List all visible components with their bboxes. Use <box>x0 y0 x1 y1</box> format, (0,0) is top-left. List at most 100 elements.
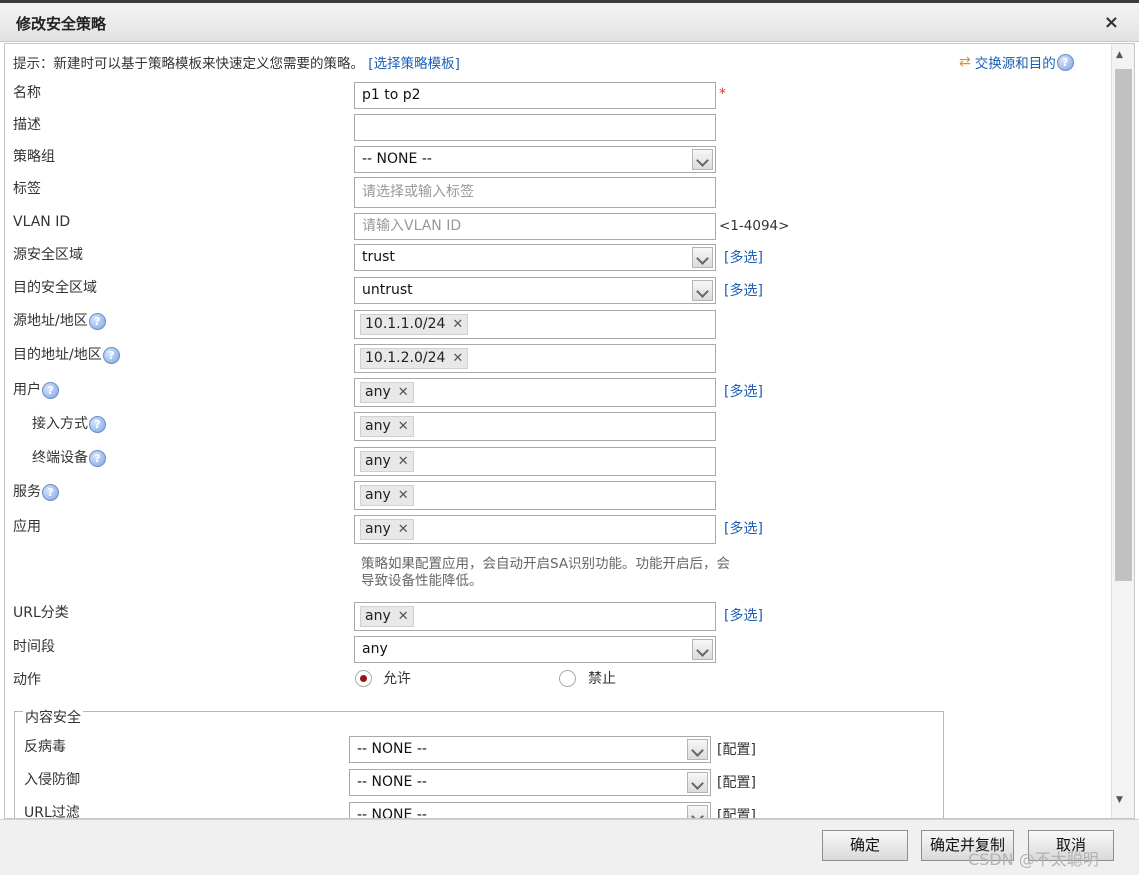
url-category-label: URL分类 <box>13 605 69 621</box>
scroll-up-icon[interactable]: ▲ <box>1116 50 1123 60</box>
help-icon[interactable]: ? <box>88 312 106 330</box>
help-icon[interactable]: ? <box>89 415 106 433</box>
url-filter-label: URL过滤 <box>24 805 80 819</box>
description-label: 描述 <box>13 117 41 133</box>
close-icon[interactable]: × <box>1104 12 1119 33</box>
user-label: 用户? <box>13 379 59 399</box>
scroll-down-icon[interactable]: ▼ <box>1116 795 1123 805</box>
access-label: 接入方式? <box>32 413 106 433</box>
url-filter-config-link[interactable]: [配置] <box>717 805 756 818</box>
application-note: 策略如果配置应用，会自动开启SA识别功能。功能开启后，会导致设备性能降低。 <box>361 556 731 589</box>
dst-addr-tag-text: 10.1.2.0/24 <box>365 350 446 366</box>
user-tag: any ✕ <box>360 382 414 403</box>
src-addr-label-text: 源地址/地区 <box>13 313 88 329</box>
remove-tag-icon[interactable]: ✕ <box>398 385 409 400</box>
hint-line: 提示：新建时可以基于策略模板来快速定义您需要的策略。 [选择策略模板] <box>13 52 460 72</box>
content-security-legend: 内容安全 <box>23 707 83 727</box>
dst-addr-box[interactable]: 10.1.2.0/24 ✕ <box>354 344 716 373</box>
dst-zone-value: untrust <box>362 282 413 298</box>
url-category-tag: any ✕ <box>360 606 414 627</box>
src-zone-label: 源安全区域 <box>13 247 83 263</box>
terminal-label-text: 终端设备 <box>32 450 88 466</box>
application-multi-link[interactable]: [多选] <box>724 518 763 538</box>
help-icon[interactable]: ? <box>42 483 59 501</box>
allow-radio[interactable] <box>355 670 372 687</box>
name-input[interactable]: p1 to p2 <box>354 82 716 109</box>
dst-zone-label: 目的安全区域 <box>13 280 97 296</box>
service-label: 服务? <box>13 481 59 501</box>
src-zone-select[interactable]: trust <box>354 244 716 271</box>
remove-tag-icon[interactable]: ✕ <box>452 317 463 332</box>
vlan-input[interactable]: 请输入VLAN ID <box>354 213 716 240</box>
antivirus-config-link[interactable]: [配置] <box>717 739 756 759</box>
schedule-select[interactable]: any <box>354 636 716 663</box>
scrollbar-thumb[interactable] <box>1115 69 1132 581</box>
chevron-down-icon[interactable] <box>687 805 708 818</box>
user-multi-link[interactable]: [多选] <box>724 381 763 401</box>
access-box[interactable]: any ✕ <box>354 412 716 441</box>
tag-input[interactable]: 请选择或输入标签 <box>354 177 716 208</box>
url-category-multi-link[interactable]: [多选] <box>724 605 763 625</box>
src-addr-label: 源地址/地区? <box>13 310 106 330</box>
src-addr-box[interactable]: 10.1.1.0/24 ✕ <box>354 310 716 339</box>
antivirus-select[interactable]: -- NONE -- <box>349 736 711 763</box>
chevron-down-icon[interactable] <box>687 739 708 760</box>
url-filter-select[interactable]: -- NONE -- <box>349 802 711 818</box>
swap-source-destination[interactable]: ⇄ 交换源和目的 ? <box>959 52 1074 72</box>
dialog-titlebar: 修改安全策略 × <box>0 3 1139 42</box>
vlan-range: <1-4094> <box>719 218 790 234</box>
ips-select[interactable]: -- NONE -- <box>349 769 711 796</box>
application-box[interactable]: any ✕ <box>354 515 716 544</box>
help-icon[interactable]: ? <box>1056 53 1074 71</box>
tag-label: 标签 <box>13 181 41 197</box>
policy-group-select[interactable]: -- NONE -- <box>354 146 716 173</box>
chevron-down-icon[interactable] <box>692 247 713 268</box>
deny-radio[interactable] <box>559 670 576 687</box>
user-box[interactable]: any ✕ <box>354 378 716 407</box>
terminal-label: 终端设备? <box>32 447 106 467</box>
action-label: 动作 <box>13 672 41 688</box>
access-tag-text: any <box>365 418 391 434</box>
policy-group-label: 策略组 <box>13 149 55 165</box>
watermark: CSDN @不太聪明 <box>968 850 1099 869</box>
dst-zone-multi-link[interactable]: [多选] <box>724 280 763 300</box>
service-tag: any ✕ <box>360 485 414 506</box>
application-label: 应用 <box>13 519 41 535</box>
schedule-value: any <box>362 641 388 657</box>
terminal-box[interactable]: any ✕ <box>354 447 716 476</box>
chevron-down-icon[interactable] <box>692 149 713 170</box>
ok-button[interactable]: 确定 <box>822 830 908 861</box>
dst-zone-select[interactable]: untrust <box>354 277 716 304</box>
dialog-footer: 确定 确定并复制 取消 CSDN @不太聪明 <box>0 819 1139 875</box>
remove-tag-icon[interactable]: ✕ <box>398 609 409 624</box>
src-addr-tag: 10.1.1.0/24 ✕ <box>360 314 469 335</box>
dst-addr-label: 目的地址/地区? <box>13 344 120 364</box>
description-input[interactable] <box>354 114 716 141</box>
url-category-box[interactable]: any ✕ <box>354 602 716 631</box>
url-category-tag-text: any <box>365 608 391 624</box>
help-icon[interactable]: ? <box>42 381 59 399</box>
remove-tag-icon[interactable]: ✕ <box>398 522 409 537</box>
service-box[interactable]: any ✕ <box>354 481 716 510</box>
choose-template-link[interactable]: [选择策略模板] <box>368 56 460 72</box>
service-label-text: 服务 <box>13 484 41 500</box>
terminal-tag: any ✕ <box>360 451 414 472</box>
ips-config-link[interactable]: [配置] <box>717 772 756 792</box>
remove-tag-icon[interactable]: ✕ <box>398 488 409 503</box>
remove-tag-icon[interactable]: ✕ <box>452 351 463 366</box>
user-label-text: 用户 <box>13 382 41 398</box>
application-tag-text: any <box>365 521 391 537</box>
remove-tag-icon[interactable]: ✕ <box>398 454 409 469</box>
src-zone-multi-link[interactable]: [多选] <box>724 247 763 267</box>
ips-value: -- NONE -- <box>357 774 427 790</box>
dialog-title: 修改安全策略 <box>16 15 107 33</box>
chevron-down-icon[interactable] <box>692 639 713 660</box>
src-zone-value: trust <box>362 249 395 265</box>
help-icon[interactable]: ? <box>89 449 106 467</box>
deny-label: 禁止 <box>588 671 616 687</box>
remove-tag-icon[interactable]: ✕ <box>398 419 409 434</box>
chevron-down-icon[interactable] <box>687 772 708 793</box>
help-icon[interactable]: ? <box>102 346 120 364</box>
chevron-down-icon[interactable] <box>692 280 713 301</box>
name-label: 名称 <box>13 85 41 101</box>
